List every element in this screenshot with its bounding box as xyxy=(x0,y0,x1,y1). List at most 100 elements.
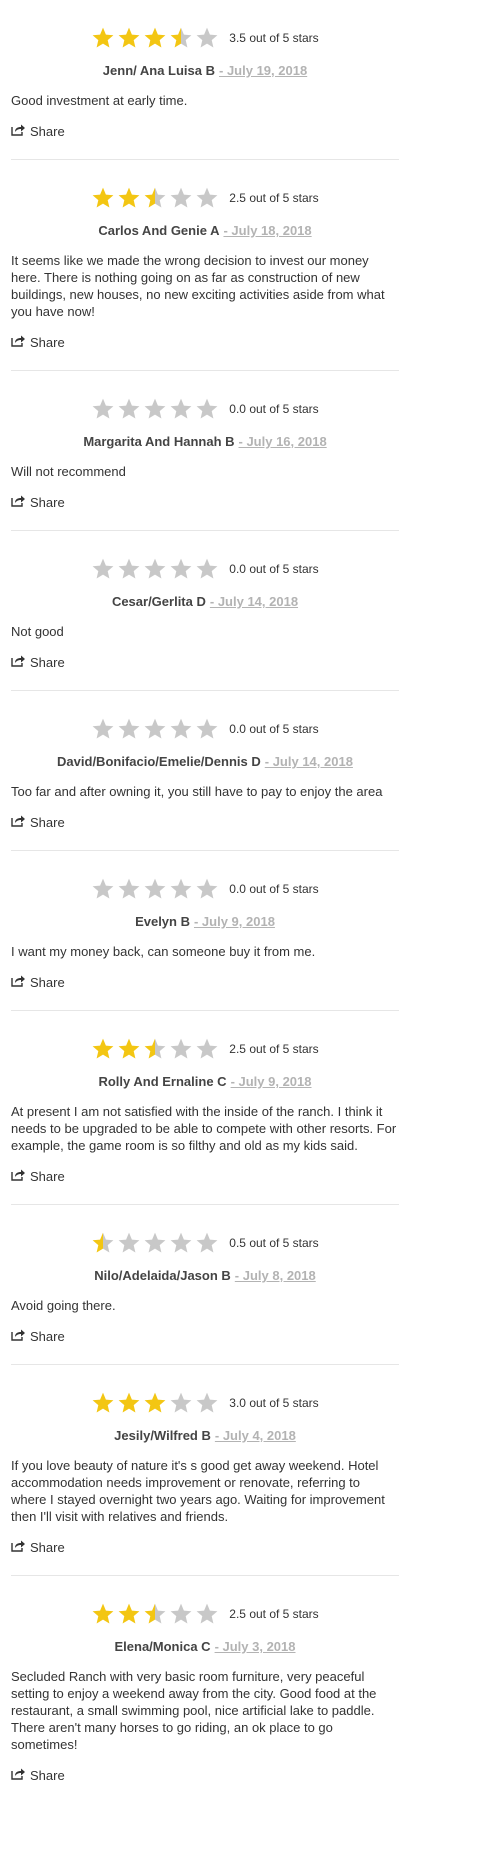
review-item: 0.0 out of 5 stars Evelyn B- July 9, 2018… xyxy=(11,851,399,1011)
rating-row: 2.5 out of 5 stars xyxy=(11,1576,399,1630)
review-text: It seems like we made the wrong decision… xyxy=(11,253,385,319)
review-author: Jenn/ Ana Luisa B xyxy=(102,63,216,78)
share-label: Share xyxy=(30,1539,65,1555)
rating-row: 0.5 out of 5 stars xyxy=(11,1205,399,1259)
star-empty-icon xyxy=(195,557,219,581)
rating-text: 3.5 out of 5 stars xyxy=(229,31,319,45)
star-empty-icon xyxy=(195,186,219,210)
star-empty-icon xyxy=(169,877,193,901)
star-filled-icon xyxy=(91,186,115,210)
review-date: - July 14, 2018 xyxy=(209,594,299,609)
review-text: Will not recommend xyxy=(11,464,126,479)
share-button[interactable]: Share xyxy=(11,1168,71,1184)
review-item: 0.0 out of 5 stars Margarita And Hannah B… xyxy=(11,371,399,531)
star-half-icon xyxy=(169,26,193,50)
review-meta: Nilo/Adelaida/Jason B- July 8, 2018 xyxy=(11,1267,399,1285)
review-item: 3.5 out of 5 stars Jenn/ Ana Luisa B- Jul… xyxy=(11,0,399,160)
review-meta: Jenn/ Ana Luisa B- July 19, 2018 xyxy=(11,62,399,80)
share-icon xyxy=(11,1767,30,1783)
star-rating xyxy=(91,1037,219,1061)
star-rating xyxy=(91,397,219,421)
review-author: Rolly And Ernaline C xyxy=(98,1074,227,1089)
share-button[interactable]: Share xyxy=(11,1328,71,1344)
rating-row: 3.0 out of 5 stars xyxy=(11,1365,399,1419)
share-icon xyxy=(11,494,30,510)
review-text: I want my money back, can someone buy it… xyxy=(11,944,316,959)
star-filled-icon xyxy=(117,26,141,50)
review-date: - July 3, 2018 xyxy=(214,1639,296,1654)
review-author: Elena/Monica C xyxy=(114,1639,211,1654)
review-author: Evelyn B xyxy=(135,914,190,929)
share-icon xyxy=(11,814,30,830)
star-rating xyxy=(91,877,219,901)
star-rating xyxy=(91,557,219,581)
share-icon xyxy=(11,654,30,670)
rating-row: 0.0 out of 5 stars xyxy=(11,371,399,425)
star-half-icon xyxy=(143,1037,167,1061)
star-empty-icon xyxy=(169,1391,193,1415)
star-empty-icon xyxy=(169,397,193,421)
rating-row: 2.5 out of 5 stars xyxy=(11,160,399,214)
star-empty-icon xyxy=(195,1602,219,1626)
star-rating xyxy=(91,1602,219,1626)
review-meta: Margarita And Hannah B- July 16, 2018 xyxy=(11,433,399,451)
share-button[interactable]: Share xyxy=(11,334,71,350)
star-empty-icon xyxy=(169,186,193,210)
star-empty-icon xyxy=(117,397,141,421)
review-text: Too far and after owning it, you still h… xyxy=(11,784,383,799)
share-icon xyxy=(11,334,30,350)
review-date: - July 4, 2018 xyxy=(214,1428,296,1443)
share-label: Share xyxy=(30,974,65,990)
share-button[interactable]: Share xyxy=(11,494,71,510)
star-empty-icon xyxy=(117,717,141,741)
review-author: Cesar/Gerlita D xyxy=(111,594,206,609)
share-label: Share xyxy=(30,123,65,139)
review-author: Jesily/Wilfred B xyxy=(114,1428,211,1443)
rating-row: 3.5 out of 5 stars xyxy=(11,0,399,54)
star-filled-icon xyxy=(91,1391,115,1415)
share-button[interactable]: Share xyxy=(11,1767,71,1783)
star-empty-icon xyxy=(169,1602,193,1626)
review-item: 3.0 out of 5 stars Jesily/Wilfred B- July… xyxy=(11,1365,399,1576)
share-label: Share xyxy=(30,494,65,510)
review-meta: Carlos And Genie A- July 18, 2018 xyxy=(11,222,399,240)
share-button[interactable]: Share xyxy=(11,814,71,830)
share-label: Share xyxy=(30,1328,65,1344)
review-date: - July 19, 2018 xyxy=(219,63,308,78)
star-filled-icon xyxy=(117,1037,141,1061)
share-button[interactable]: Share xyxy=(11,654,71,670)
star-empty-icon xyxy=(195,1231,219,1255)
rating-text: 0.0 out of 5 stars xyxy=(229,402,319,416)
share-icon xyxy=(11,974,30,990)
star-empty-icon xyxy=(143,1231,167,1255)
rating-row: 0.0 out of 5 stars xyxy=(11,531,399,585)
star-filled-icon xyxy=(117,1602,141,1626)
rating-row: 0.0 out of 5 stars xyxy=(11,691,399,745)
star-empty-icon xyxy=(195,26,219,50)
share-icon xyxy=(11,1328,30,1344)
rating-text: 2.5 out of 5 stars xyxy=(229,1607,319,1621)
star-rating xyxy=(91,186,219,210)
star-empty-icon xyxy=(195,1391,219,1415)
review-date: - July 18, 2018 xyxy=(223,223,312,238)
review-item: 2.5 out of 5 stars Elena/Monica C- July 3… xyxy=(11,1576,399,1783)
share-button[interactable]: Share xyxy=(11,123,71,139)
star-rating xyxy=(91,717,219,741)
star-empty-icon xyxy=(143,717,167,741)
star-empty-icon xyxy=(195,717,219,741)
review-text: At present I am not satisfied with the i… xyxy=(11,1104,397,1153)
share-button[interactable]: Share xyxy=(11,1539,71,1555)
star-empty-icon xyxy=(91,877,115,901)
star-filled-icon xyxy=(117,1391,141,1415)
review-text: Secluded Ranch with very basic room furn… xyxy=(11,1669,377,1752)
share-label: Share xyxy=(30,1767,65,1783)
review-author: Nilo/Adelaida/Jason B xyxy=(94,1268,231,1283)
star-empty-icon xyxy=(91,397,115,421)
star-empty-icon xyxy=(195,1037,219,1061)
star-rating xyxy=(91,1231,219,1255)
share-icon xyxy=(11,1539,30,1555)
star-half-icon xyxy=(91,1231,115,1255)
review-date: - July 16, 2018 xyxy=(238,434,327,449)
reviews-list: 3.5 out of 5 stars Jenn/ Ana Luisa B- Jul… xyxy=(0,0,486,1783)
share-button[interactable]: Share xyxy=(11,974,71,990)
